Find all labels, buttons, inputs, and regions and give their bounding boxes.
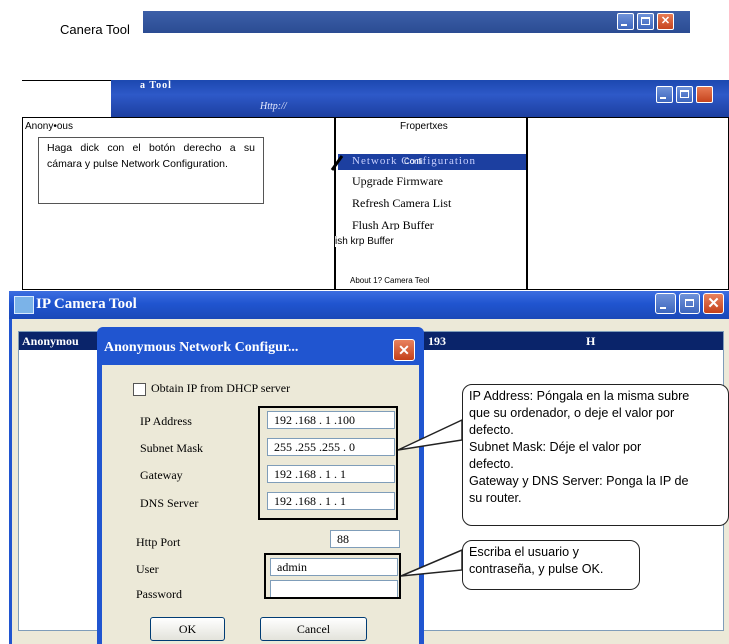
main-window-controls: ✕ [655,293,725,315]
dialog-title: Anonymous Network Configur... [104,340,299,355]
main-window-title: IP Camera Tool [36,296,137,312]
ip-fields-highlight [258,406,398,520]
mid-titlebar-text: a Tool [140,80,172,91]
minimize-button[interactable] [656,86,673,103]
callout-connectors [397,418,463,577]
close-icon: ✕ [707,295,720,312]
subnet-mask-label: Subnet Mask [140,441,203,455]
close-icon: ✕ [660,15,671,27]
cancel-button[interactable]: Cancel [260,617,367,641]
minimize-icon [660,97,666,99]
ok-button[interactable]: OK [150,617,225,641]
camera-ip-cell: 193 [428,334,446,348]
dns-server-label: DNS Server [140,496,199,510]
mid-window-controls [655,84,715,103]
camera-entry[interactable]: Anony•ous [25,121,73,132]
mid-titlebar-subtext: Http:// [260,101,287,112]
minimize-button[interactable] [655,293,676,314]
minimize-icon [660,307,666,309]
top-titlebar: ✕ [143,11,690,33]
ip-help-line: defecto. [469,423,514,437]
camera-name-cell: Anonymou [22,334,79,348]
user-help-callout: Escriba el usuario y contraseña, y pulse… [462,540,640,590]
camera-app-icon [14,296,34,314]
menu-item-overlay-text: Confi [404,157,423,166]
minimize-icon [621,24,627,26]
gateway-label: Gateway [140,468,183,482]
ip-address-label: IP Address [140,414,192,428]
menu-item-about[interactable]: About 1? Camera Teol [350,276,429,285]
menu-item-upgrade-firmware[interactable]: Upgrade Firmware [352,174,443,189]
dhcp-label: Obtain IP from DHCP server [151,381,291,395]
dhcp-checkbox[interactable] [133,383,146,396]
minimize-button[interactable] [617,13,634,30]
ip-help-line: que su ordenador, o deje el valor por [469,406,675,420]
password-label: Password [136,587,183,601]
pointer-line [330,155,344,171]
maximize-button[interactable] [637,13,654,30]
ip-help-line: Subnet Mask: Déje el valor por [469,440,642,454]
window-title: Canera Tool [60,22,130,37]
dialog-close-button[interactable]: ✕ [393,339,415,361]
menu-item-properties[interactable]: Fropertxes [400,121,448,132]
instruction-callout: Haga dick con el botón derecho a su cáma… [38,137,264,204]
menu-item-refresh-camera-list[interactable]: Refresh Camera List [352,196,451,211]
user-help-line: contraseña, y pulse OK. [469,562,604,576]
close-button[interactable]: ✕ [703,293,724,314]
maximize-icon [641,17,650,25]
menu-item-flush-arp-buffer-overlay: ish krp Buffer [335,236,394,247]
close-button[interactable]: ✕ [657,13,674,30]
maximize-button[interactable] [679,293,700,314]
mid-titlebar [111,80,729,117]
user-help-line: Escriba el usuario y [469,545,579,559]
maximize-icon [680,90,689,98]
close-icon: ✕ [398,342,410,358]
close-button[interactable] [696,86,713,103]
ip-help-line: su router. [469,491,522,505]
ip-help-line: IP Address: Póngala en la misma subre [469,389,690,403]
camera-extra-cell: H [586,334,596,348]
ip-help-line: defecto. [469,457,514,471]
user-label: User [136,562,159,576]
http-port-label: Http Port [136,535,181,549]
credentials-highlight [264,553,401,599]
maximize-icon [685,299,694,307]
maximize-button[interactable] [676,86,693,103]
http-port-field[interactable]: 88 [330,530,400,548]
ip-help-callout: IP Address: Póngala en la misma subre qu… [462,384,729,526]
menu-item-flush-arp-buffer[interactable]: Flush Arp Buffer [352,218,434,230]
ip-help-line: Gateway y DNS Server: Ponga la IP de [469,474,689,488]
right-frame [527,117,729,290]
